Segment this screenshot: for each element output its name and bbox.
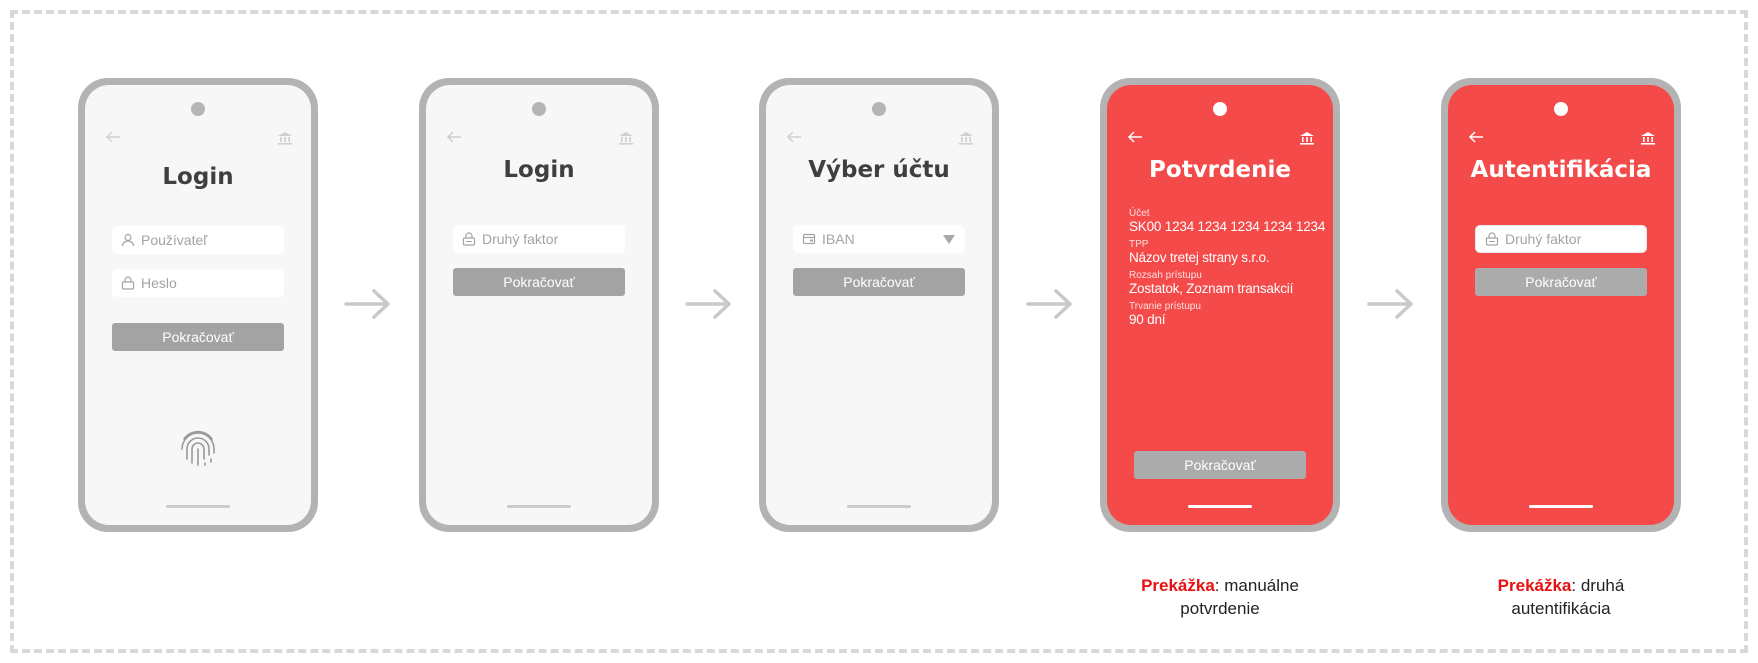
arrow-left-icon[interactable] xyxy=(105,130,121,144)
detail-label-access-scope: Rozsah prístupu xyxy=(1129,270,1202,281)
home-indicator xyxy=(166,505,230,508)
page-title: Potvrdenie xyxy=(1149,157,1291,183)
lock-icon xyxy=(1485,232,1499,246)
screen: Autentifikácia Druhý faktor Pokračovať xyxy=(1448,85,1674,525)
phone-login-second-factor: Login Druhý faktor Pokračovať xyxy=(419,78,659,532)
screen: Login Druhý faktor Pokračovať xyxy=(426,85,652,525)
account-select-value: IBAN xyxy=(822,231,855,247)
camera-dot xyxy=(532,102,546,116)
password-field[interactable]: Heslo xyxy=(112,269,284,297)
screen: Potvrdenie Účet SK00 1234 1234 1234 1234… xyxy=(1107,85,1333,525)
page-title: Login xyxy=(162,164,234,190)
home-indicator xyxy=(847,505,911,508)
password-placeholder: Heslo xyxy=(141,275,177,291)
bank-icon xyxy=(619,132,633,145)
home-indicator xyxy=(507,505,571,508)
obstacle-caption-confirmation: Prekážka: manuálne potvrdenie xyxy=(1100,574,1340,620)
bank-icon xyxy=(959,132,973,145)
arrow-left-icon[interactable] xyxy=(1127,130,1143,144)
camera-dot xyxy=(1213,102,1227,116)
phone-account-selection: Výber účtu IBAN Pokračovať xyxy=(759,78,999,532)
card-icon xyxy=(802,233,816,245)
page-title: Autentifikácia xyxy=(1470,157,1652,183)
obstacle-text: : manuálne xyxy=(1214,576,1299,595)
detail-label-account: Účet xyxy=(1129,208,1150,219)
camera-dot xyxy=(1554,102,1568,116)
obstacle-text-line2: potvrdenie xyxy=(1180,599,1260,618)
lock-icon xyxy=(121,276,135,290)
camera-dot xyxy=(191,102,205,116)
second-factor-field[interactable]: Druhý faktor xyxy=(453,225,625,253)
detail-value-account: SK00 1234 1234 1234 1234 1234 xyxy=(1129,219,1326,234)
obstacle-text: : druhá xyxy=(1571,576,1625,595)
detail-value-tpp: Názov tretej strany s.r.o. xyxy=(1129,250,1270,265)
bank-icon xyxy=(278,132,292,145)
arrow-left-icon[interactable] xyxy=(786,130,802,144)
screen: Login Používateľ Heslo Pokračovať xyxy=(85,85,311,525)
user-icon xyxy=(121,233,135,247)
obstacle-label: Prekážka xyxy=(1497,576,1572,595)
second-factor-placeholder: Druhý faktor xyxy=(482,231,559,247)
second-factor-field[interactable]: Druhý faktor xyxy=(1475,225,1647,253)
consent-details: Účet SK00 1234 1234 1234 1234 1234 TPP N… xyxy=(1129,208,1326,332)
home-indicator xyxy=(1188,505,1252,508)
second-factor-placeholder: Druhý faktor xyxy=(1505,231,1582,247)
chevron-down-icon xyxy=(943,235,955,244)
phone-confirmation: Potvrdenie Účet SK00 1234 1234 1234 1234… xyxy=(1100,78,1340,532)
username-field[interactable]: Používateľ xyxy=(112,226,284,254)
arrow-right-icon xyxy=(344,289,390,319)
detail-label-access-duration: Trvanie prístupu xyxy=(1129,301,1201,312)
obstacle-text-line2: autentifikácia xyxy=(1511,599,1611,618)
screen: Výber účtu IBAN Pokračovať xyxy=(766,85,992,525)
username-placeholder: Používateľ xyxy=(141,232,208,248)
continue-button[interactable]: Pokračovať xyxy=(112,323,284,351)
detail-value-access-duration: 90 dní xyxy=(1129,312,1166,327)
home-indicator xyxy=(1529,505,1593,508)
page-title: Výber účtu xyxy=(808,157,950,183)
bank-icon xyxy=(1641,132,1655,145)
phone-login-credentials: Login Používateľ Heslo Pokračovať xyxy=(78,78,318,532)
page-title: Login xyxy=(503,157,575,183)
continue-button[interactable]: Pokračovať xyxy=(453,268,625,296)
arrow-left-icon[interactable] xyxy=(446,130,462,144)
obstacle-caption-authentication: Prekážka: druhá autentifikácia xyxy=(1441,574,1681,620)
continue-button[interactable]: Pokračovať xyxy=(1134,451,1306,479)
arrow-left-icon[interactable] xyxy=(1468,130,1484,144)
fingerprint-icon[interactable] xyxy=(178,425,218,469)
arrow-right-icon xyxy=(1026,289,1072,319)
account-select[interactable]: IBAN xyxy=(793,225,965,253)
obstacle-label: Prekážka xyxy=(1141,576,1215,595)
lock-icon xyxy=(462,232,476,246)
phone-authentication: Autentifikácia Druhý faktor Pokračovať xyxy=(1441,78,1681,532)
detail-value-access-scope: Zostatok, Zoznam transakcií xyxy=(1129,281,1294,296)
camera-dot xyxy=(872,102,886,116)
arrow-right-icon xyxy=(685,289,731,319)
continue-button[interactable]: Pokračovať xyxy=(793,268,965,296)
continue-button[interactable]: Pokračovať xyxy=(1475,268,1647,296)
detail-label-tpp: TPP xyxy=(1129,239,1149,250)
arrow-right-icon xyxy=(1367,289,1413,319)
bank-icon xyxy=(1300,132,1314,145)
